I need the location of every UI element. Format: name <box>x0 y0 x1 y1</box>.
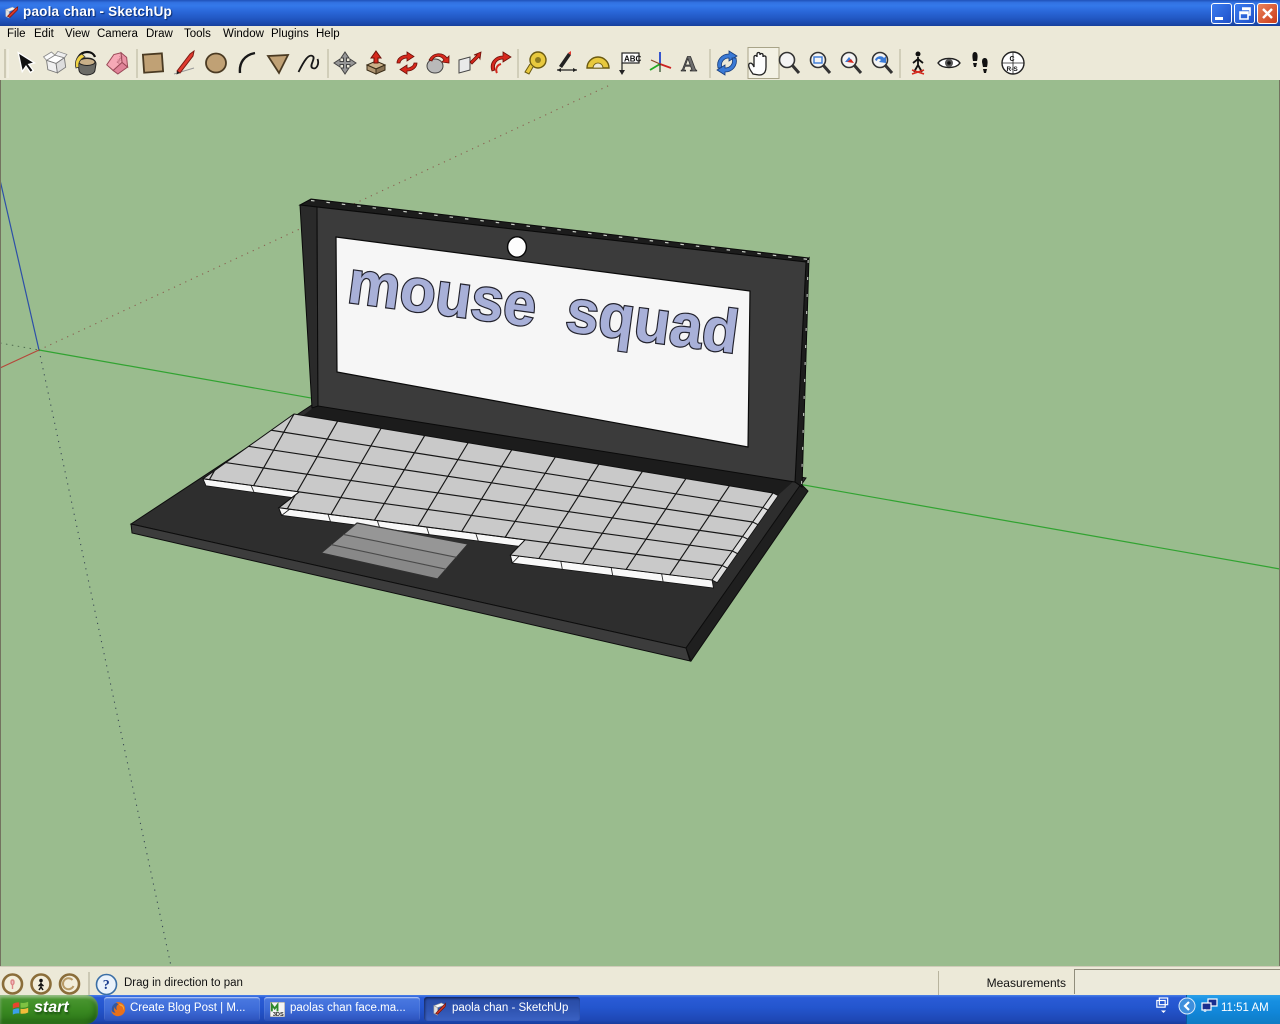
svg-text:ABC: ABC <box>624 55 642 64</box>
svg-text:C: C <box>1010 56 1015 63</box>
svg-text:3DS: 3DS <box>273 1012 284 1017</box>
svg-text:?: ? <box>103 978 110 993</box>
svg-text:A: A <box>681 51 697 76</box>
svg-text:R-S: R-S <box>1007 66 1019 73</box>
